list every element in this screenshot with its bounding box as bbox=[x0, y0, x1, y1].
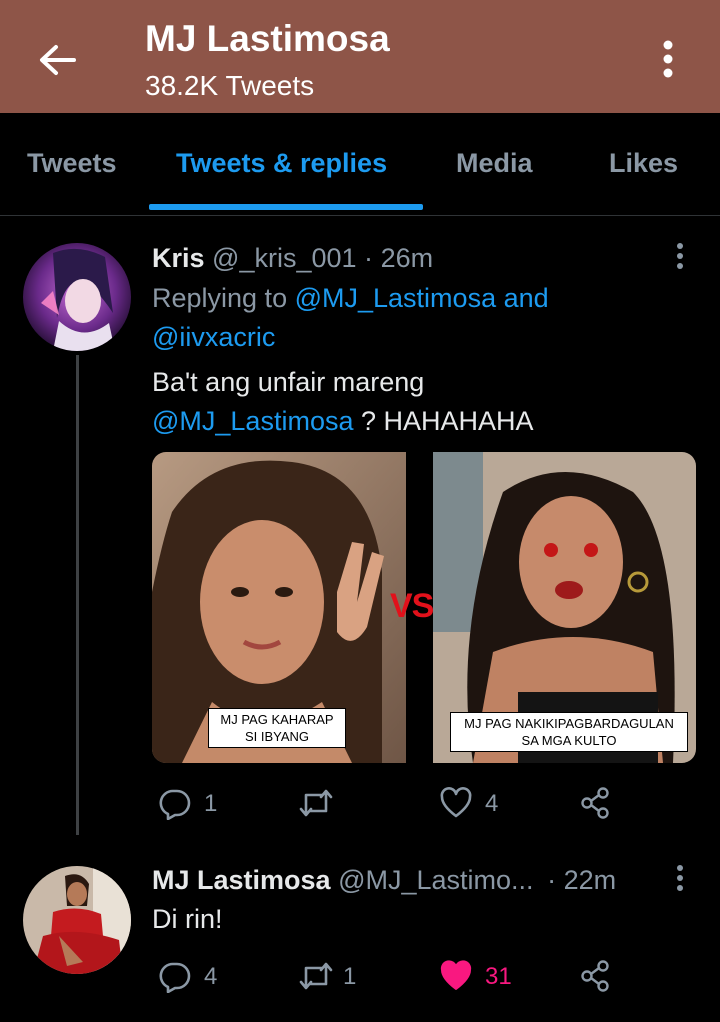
tweet-text: Di rin! bbox=[152, 904, 223, 934]
more-vertical-icon[interactable] bbox=[670, 240, 690, 276]
tab-likes[interactable]: Likes bbox=[609, 148, 678, 179]
tweet-meta: Kris @_kris_001 · 26m bbox=[152, 243, 433, 274]
caption-line: SI IBYANG bbox=[244, 729, 310, 744]
replying-mention[interactable]: @iivxacric bbox=[152, 322, 275, 352]
reply-button[interactable]: 1 bbox=[158, 786, 228, 820]
retweet-button[interactable] bbox=[297, 786, 367, 820]
replying-to: Replying to @MJ_Lastimosa and bbox=[152, 283, 549, 314]
text-mention[interactable]: @MJ_Lastimosa bbox=[152, 406, 353, 436]
avatar-kris[interactable] bbox=[23, 243, 131, 351]
share-icon bbox=[581, 787, 609, 819]
active-tab-indicator bbox=[149, 204, 423, 210]
tweet-time[interactable]: 26m bbox=[381, 243, 434, 273]
reply-button[interactable]: 4 bbox=[158, 959, 228, 993]
back-arrow-icon[interactable] bbox=[36, 38, 80, 82]
tweet-media[interactable]: VS MJ PAG KAHARAP SI IBYANG MJ PAG NAKIK… bbox=[152, 452, 696, 763]
header-title: MJ Lastimosa bbox=[145, 18, 390, 59]
retweet-icon bbox=[299, 962, 333, 990]
caption-line: SA MGA KULTO bbox=[521, 733, 617, 748]
reply-icon bbox=[159, 962, 191, 993]
replying-mention[interactable]: @MJ_Lastimosa bbox=[295, 283, 496, 313]
tabs-divider bbox=[0, 215, 720, 216]
heart-icon bbox=[440, 960, 472, 990]
retweet-icon bbox=[299, 789, 333, 817]
tweet-text-line: Di rin! bbox=[152, 904, 223, 935]
author-handle[interactable]: @MJ_Lastimo... bbox=[338, 865, 533, 895]
share-button[interactable] bbox=[578, 786, 614, 820]
reply-count: 1 bbox=[204, 790, 218, 817]
profile-header: MJ Lastimosa 38.2K Tweets bbox=[0, 0, 720, 113]
tweet-time[interactable]: 22m bbox=[564, 865, 617, 895]
author-handle[interactable]: @_kris_001 bbox=[212, 243, 356, 273]
tweet-count: 38.2K Tweets bbox=[145, 70, 315, 101]
retweet-count: 1 bbox=[343, 963, 357, 990]
reply-count: 4 bbox=[204, 963, 218, 990]
more-vertical-icon[interactable] bbox=[648, 38, 688, 82]
tweet-text-line: @MJ_Lastimosa ? HAHAHAHA bbox=[152, 406, 534, 437]
like-count: 31 bbox=[485, 963, 512, 990]
more-vertical-icon[interactable] bbox=[670, 862, 690, 898]
media-caption-left: MJ PAG KAHARAP SI IBYANG bbox=[208, 708, 346, 748]
meta-separator: · bbox=[547, 865, 557, 895]
avatar-mj-lastimosa[interactable] bbox=[23, 866, 131, 974]
thread-connector bbox=[76, 355, 79, 835]
profile-tabs: Tweets Tweets & replies Media Likes bbox=[0, 113, 720, 211]
media-caption-right: MJ PAG NAKIKIPAGBARDAGULAN SA MGA KULTO bbox=[450, 712, 688, 752]
tab-tweets[interactable]: Tweets bbox=[27, 148, 117, 179]
vs-label: VS bbox=[390, 587, 434, 625]
caption-line: MJ PAG KAHARAP bbox=[220, 712, 334, 727]
author-name[interactable]: Kris bbox=[152, 243, 205, 273]
replying-to-continued: @iivxacric bbox=[152, 322, 275, 353]
tab-media[interactable]: Media bbox=[456, 148, 533, 179]
tweet-text: Ba't ang unfair mareng bbox=[152, 367, 425, 397]
author-name[interactable]: MJ Lastimosa bbox=[152, 865, 331, 895]
tweet-text-line: Ba't ang unfair mareng bbox=[152, 367, 424, 398]
like-count: 4 bbox=[485, 790, 499, 817]
like-button[interactable]: 31 bbox=[439, 959, 529, 993]
retweet-button[interactable]: 1 bbox=[297, 959, 367, 993]
share-icon bbox=[581, 960, 609, 992]
tweet-meta: MJ Lastimosa @MJ_Lastimo... · 22m bbox=[152, 865, 616, 896]
tweet-text: ? HAHAHAHA bbox=[361, 406, 534, 436]
like-button[interactable]: 4 bbox=[439, 786, 519, 820]
replying-to-label: Replying to bbox=[152, 283, 288, 313]
tab-tweets-replies[interactable]: Tweets & replies bbox=[176, 148, 387, 179]
meta-separator: · bbox=[364, 243, 374, 273]
replying-and: and bbox=[503, 283, 549, 313]
heart-icon bbox=[440, 787, 472, 818]
share-button[interactable] bbox=[578, 959, 614, 993]
caption-line: MJ PAG NAKIKIPAGBARDAGULAN bbox=[464, 716, 674, 731]
reply-icon bbox=[159, 789, 191, 820]
